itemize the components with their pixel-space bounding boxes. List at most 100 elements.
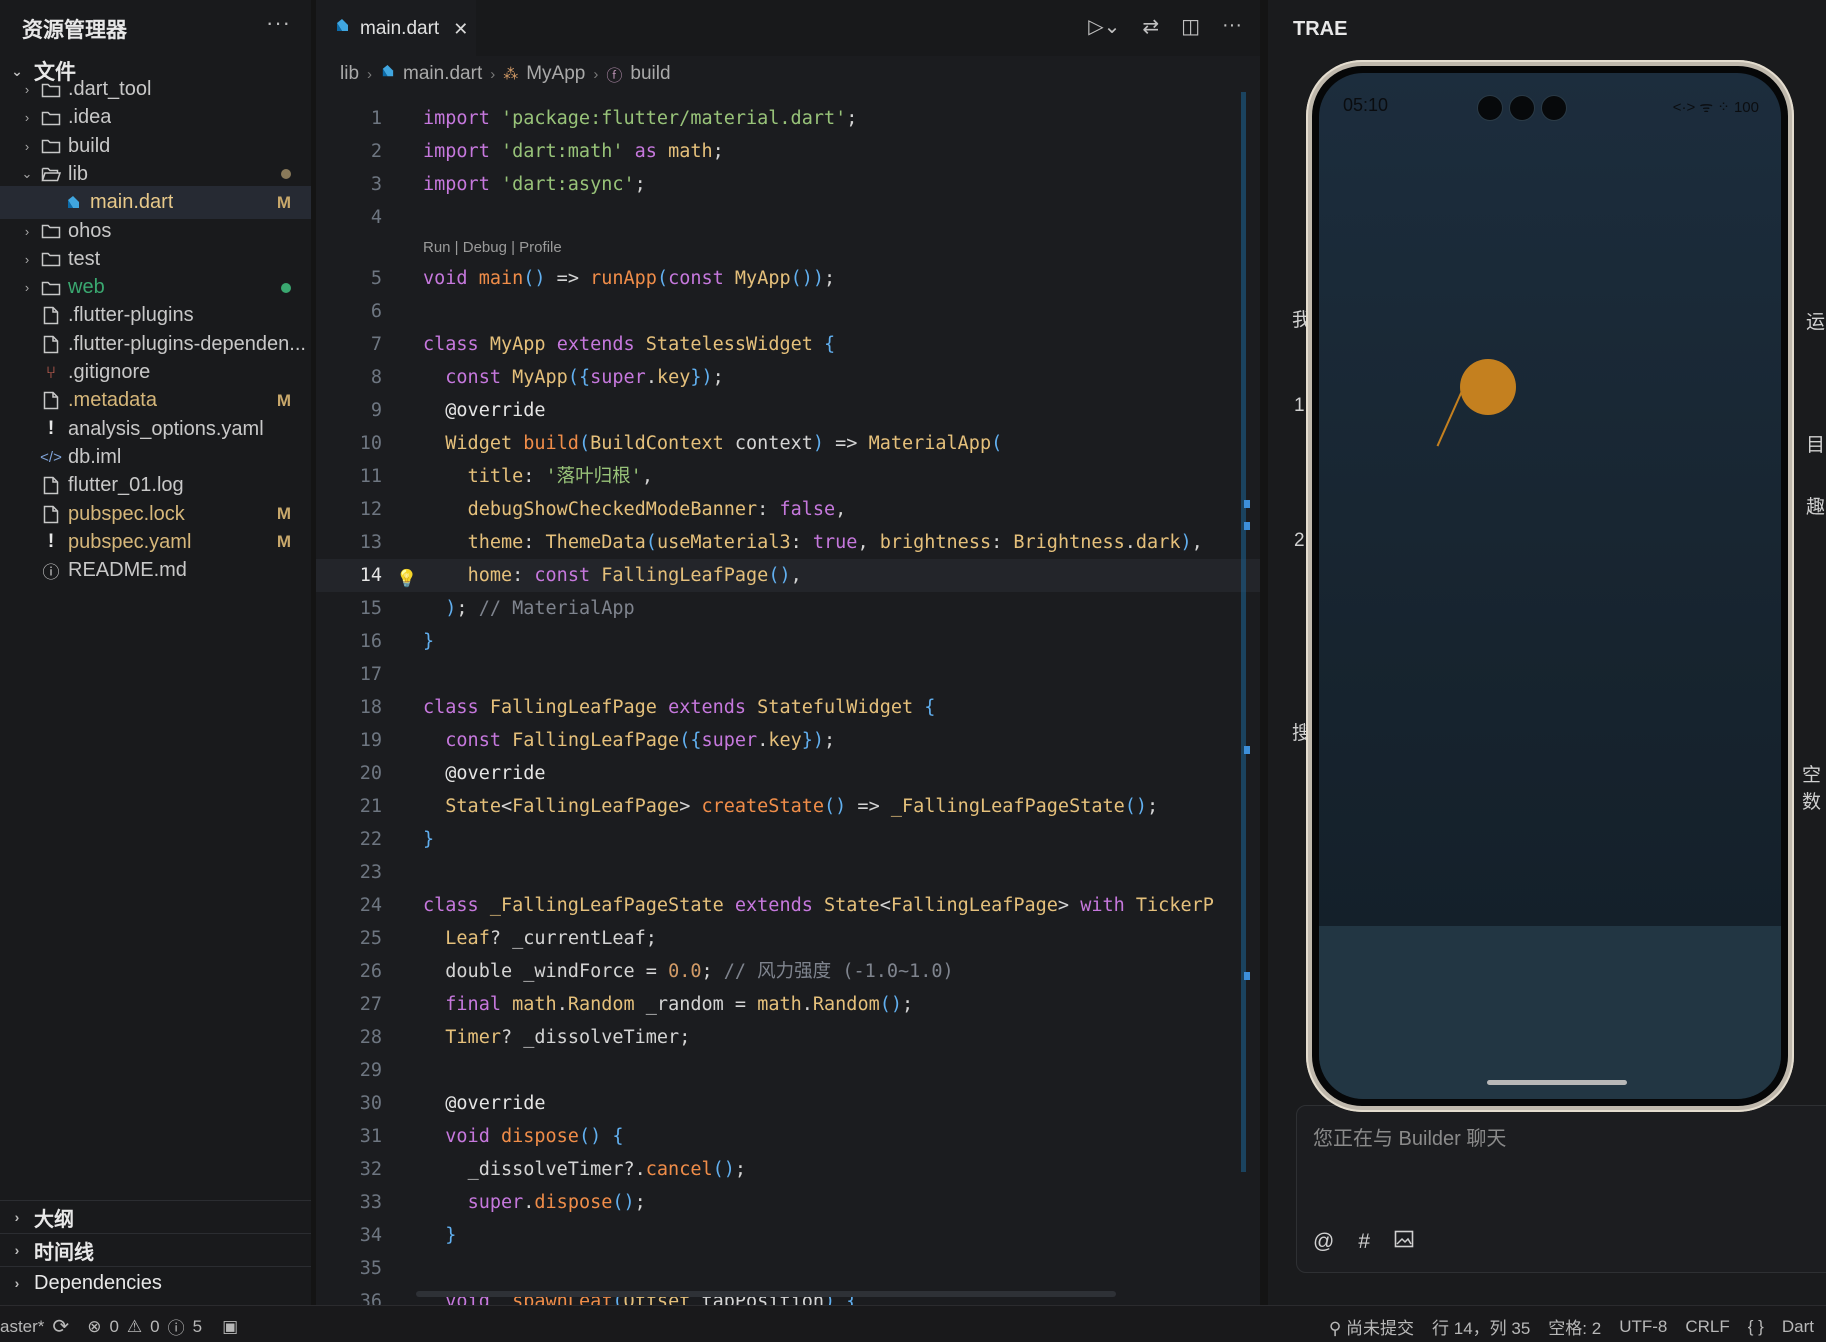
image-icon[interactable] <box>1394 1230 1414 1254</box>
code-line[interactable]: 27 final math.Random _random = math.Rand… <box>316 988 1260 1021</box>
ground-area <box>1319 926 1781 1099</box>
folder-icon <box>40 79 62 101</box>
peek-text: 1 <box>1294 395 1305 416</box>
sync-icon[interactable]: ⟳ <box>52 1314 69 1339</box>
code-line[interactable]: 18 class FallingLeafPage extends Stateful… <box>316 691 1260 724</box>
tab-label: main.dart <box>360 18 440 39</box>
compare-icon[interactable]: ⇄ <box>1142 14 1159 39</box>
line-ending[interactable]: CRLF <box>1685 1317 1729 1337</box>
line-number: 18 <box>359 697 382 718</box>
tree-item-label: .dart_tool <box>68 78 152 100</box>
outline-section[interactable]: › 大纲 <box>0 1200 311 1233</box>
line-number: 17 <box>359 664 382 685</box>
code-line[interactable]: 17 <box>316 658 1260 691</box>
chat-input-box[interactable]: 您正在与 Builder 聊天 @ # <box>1296 1105 1826 1273</box>
code-line[interactable]: 5 void main() => runApp(const MyApp()); <box>316 262 1260 295</box>
code-line[interactable]: 21 State<FallingLeafPage> createState() … <box>316 790 1260 823</box>
line-number: 21 <box>359 796 382 817</box>
phone-screen[interactable]: 05:10 <·> ᯤ ⁘ 100 <box>1319 73 1781 1099</box>
tree-item[interactable]: ⓘ README.md <box>0 554 311 587</box>
run-icon[interactable]: ▷⌄ <box>1088 14 1120 39</box>
code-line[interactable]: 14 home: const FallingLeafPage(), 💡 <box>316 559 1260 592</box>
change-marker <box>1244 522 1250 530</box>
breadcrumb-lib[interactable]: lib <box>340 63 359 85</box>
code-line[interactable]: 20 @override <box>316 757 1260 790</box>
line-number: 2 <box>370 141 382 162</box>
line-number: 33 <box>359 1192 382 1213</box>
branch-label[interactable]: aster* <box>0 1317 44 1337</box>
code-text: title: '落叶归根', <box>467 466 653 487</box>
code-line[interactable]: 34 } <box>316 1219 1260 1252</box>
tree-item-label: analysis_options.yaml <box>68 417 264 440</box>
code-line[interactable]: 16} <box>316 625 1260 658</box>
code-line[interactable]: 32 _dissolveTimer?.cancel(); <box>316 1153 1260 1186</box>
tab-main-dart[interactable]: main.dart ✕ <box>316 0 476 56</box>
code-line[interactable]: 33 super.dispose(); <box>316 1186 1260 1219</box>
code-line[interactable]: 13 theme: ThemeData(useMaterial3: true, … <box>316 526 1260 559</box>
breadcrumb-file[interactable]: main.dart <box>403 63 482 85</box>
terminal-icon[interactable]: ▣ <box>222 1317 238 1337</box>
language-mode[interactable]: Dart <box>1782 1317 1814 1337</box>
more-icon[interactable]: ··· <box>1222 14 1242 39</box>
tree-item-label: pubspec.lock <box>68 502 185 525</box>
dependencies-section[interactable]: › Dependencies <box>0 1266 311 1299</box>
timeline-section[interactable]: › 时间线 <box>0 1233 311 1266</box>
code-line[interactable]: 2 import 'dart:math' as math; <box>316 135 1260 168</box>
tree-item-label: .flutter-plugins <box>68 304 194 327</box>
indentation[interactable]: 空格: 2 <box>1548 1314 1601 1339</box>
code-area[interactable]: 1 import 'package:flutter/material.dart';… <box>316 102 1260 1305</box>
code-text: Leaf? _currentLeaf; <box>445 928 657 949</box>
dependencies-label: Dependencies <box>34 1271 162 1294</box>
code-line[interactable]: 1 import 'package:flutter/material.dart'; <box>316 102 1260 135</box>
code-text: @override <box>445 400 546 421</box>
code-text: super.dispose(); <box>467 1192 646 1213</box>
code-line[interactable]: 28 Timer? _dissolveTimer; <box>316 1021 1260 1054</box>
code-line[interactable]: 7 class MyApp extends StatelessWidget { <box>316 328 1260 361</box>
code-line[interactable]: 23 <box>316 856 1260 889</box>
code-text: import 'dart:math' as math; <box>423 141 724 162</box>
breadcrumb-class[interactable]: MyApp <box>526 63 585 85</box>
chat-tools: @ # <box>1313 1230 1414 1254</box>
code-line[interactable]: 9 @override <box>316 394 1260 427</box>
code-line[interactable]: 4 <box>316 201 1260 234</box>
code-line[interactable]: 19 const FallingLeafPage({super.key}); <box>316 724 1260 757</box>
hash-icon[interactable]: # <box>1358 1230 1370 1254</box>
falling-leaf <box>1460 359 1516 415</box>
trae-panel: TRAE 我 1 2 搜 运 目 趣 空数 您正在与 Builder 聊天 @ … <box>1268 0 1826 1305</box>
close-icon[interactable]: ✕ <box>453 19 468 40</box>
explorer-more-icon[interactable]: ··· <box>266 10 291 36</box>
code-line[interactable]: 15 ); // MaterialApp <box>316 592 1260 625</box>
code-line[interactable]: 8 const MyApp({super.key}); <box>316 361 1260 394</box>
code-line[interactable]: 24 class _FallingLeafPageState extends St… <box>316 889 1260 922</box>
code-line[interactable]: 12 debugShowCheckedModeBanner: false, <box>316 493 1260 526</box>
info-icon[interactable]: ⓘ <box>168 1314 185 1339</box>
code-line[interactable]: 6 <box>316 295 1260 328</box>
split-editor-icon[interactable]: ◫ <box>1181 14 1200 39</box>
code-line[interactable]: 11 title: '落叶归根', <box>316 460 1260 493</box>
code-line[interactable]: 10 Widget build(BuildContext context) =>… <box>316 427 1260 460</box>
code-line[interactable]: 30 @override <box>316 1087 1260 1120</box>
codelens-run-debug-profile[interactable]: Run | Debug | Profile <box>316 234 1260 262</box>
code-line[interactable]: 22} <box>316 823 1260 856</box>
warning-icon[interactable]: ⚠ <box>127 1317 142 1337</box>
breadcrumb-method[interactable]: build <box>630 63 670 85</box>
phone-preview: 05:10 <·> ᯤ ⁘ 100 <box>1306 60 1794 1112</box>
tree-item-label: .metadata <box>68 389 157 412</box>
code-line[interactable]: 29 <box>316 1054 1260 1087</box>
code-line[interactable]: 31 void dispose() { <box>316 1120 1260 1153</box>
code-line[interactable]: 26 double _windForce = 0.0; // 风力强度 (-1.… <box>316 955 1260 988</box>
phone-bezel: 05:10 <·> ᯤ ⁘ 100 <box>1312 66 1788 1106</box>
code-line[interactable]: 3 import 'dart:async'; <box>316 168 1260 201</box>
line-number: 35 <box>359 1258 382 1279</box>
horizontal-scrollbar[interactable] <box>416 1291 1116 1297</box>
commit-status[interactable]: ⚲ 尚未提交 <box>1329 1314 1414 1339</box>
error-icon[interactable]: ⊗ <box>87 1317 101 1337</box>
encoding[interactable]: UTF-8 <box>1619 1317 1667 1337</box>
code-line[interactable]: 25 Leaf? _currentLeaf; <box>316 922 1260 955</box>
folder-icon <box>40 248 62 270</box>
code-line[interactable]: 35 <box>316 1252 1260 1285</box>
cursor-position[interactable]: 行 14，列 35 <box>1432 1314 1530 1339</box>
line-number: 16 <box>359 631 382 652</box>
mention-icon[interactable]: @ <box>1313 1230 1334 1254</box>
braces-icon[interactable]: { } <box>1748 1317 1764 1337</box>
